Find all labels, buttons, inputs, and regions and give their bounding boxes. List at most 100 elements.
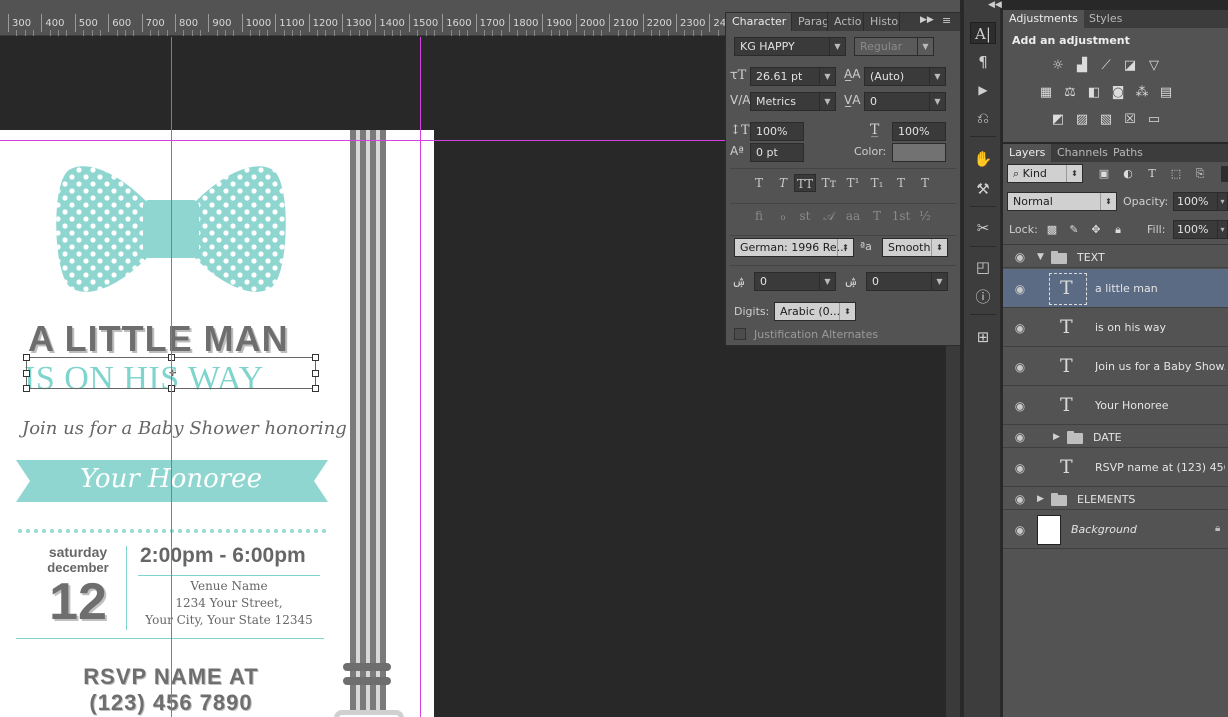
type-style-button-0[interactable]: T	[748, 174, 770, 192]
lock-transparency-icon[interactable]: ▩	[1043, 222, 1061, 238]
layer-row-background[interactable]: ◉ Background 🔒︎	[1003, 511, 1228, 549]
eye-icon[interactable]: ◉	[1011, 461, 1029, 475]
opentype-button-6[interactable]: 1st	[890, 207, 912, 225]
collapse-panels-icon[interactable]: ◀◀	[988, 0, 1002, 10]
opacity-field[interactable]: 100% ▾	[1173, 192, 1228, 211]
tab-paths[interactable]: Paths	[1107, 144, 1149, 162]
layer-row-join-us[interactable]: ◉ T Join us for a Baby Show...	[1003, 348, 1228, 386]
tracking-field[interactable]: 0 ▼	[864, 92, 946, 111]
invitation-date[interactable]: 12	[36, 572, 120, 632]
tab-channels[interactable]: Channels	[1051, 144, 1114, 162]
history-panel-icon[interactable]: ⎌	[970, 107, 996, 129]
brightness-contrast-icon[interactable]: ☼	[1049, 58, 1067, 74]
filter-smart-object-icon[interactable]: ⎘	[1191, 166, 1209, 182]
brush-presets-icon[interactable]: ⚒	[970, 178, 996, 200]
gradient-map-icon[interactable]: ▭	[1145, 112, 1163, 128]
tab-paragraph[interactable]: Parag	[792, 13, 828, 31]
justification-alternates-checkbox[interactable]	[734, 328, 746, 340]
eye-icon[interactable]: ◉	[1011, 360, 1029, 374]
color-swatch[interactable]	[892, 143, 946, 162]
layer-name[interactable]: a little man	[1095, 282, 1223, 295]
font-family-select[interactable]: KG HAPPY ▼	[734, 37, 846, 56]
fill-field[interactable]: 100% ▾	[1173, 220, 1228, 239]
type-style-button-6[interactable]: T	[890, 174, 912, 192]
opentype-button-5[interactable]: T	[866, 207, 888, 225]
eye-icon[interactable]: ◉	[1011, 282, 1029, 296]
vertical-scale-field[interactable]: 100%	[750, 122, 804, 141]
3d-panel-icon[interactable]: ◰	[970, 256, 996, 278]
lock-position-icon[interactable]: ✥	[1087, 222, 1105, 238]
blend-mode-select[interactable]: Normal ⬍	[1007, 192, 1117, 211]
character-panel-icon[interactable]: A|	[970, 22, 996, 44]
exposure-icon[interactable]: ◪	[1121, 58, 1139, 74]
layer-name[interactable]: Background	[1071, 523, 1201, 536]
eye-icon[interactable]: ◉	[1011, 523, 1029, 537]
invitation-time[interactable]: 2:00pm - 6:00pm	[140, 544, 306, 568]
eye-icon[interactable]: ◉	[1011, 250, 1029, 264]
type-style-button-2[interactable]: TT	[794, 174, 816, 192]
guide-vertical-2[interactable]	[420, 37, 421, 717]
layer-row-elements-group[interactable]: ◉ ▶ ELEMENTS	[1003, 488, 1228, 510]
paragraph-panel-icon[interactable]: ¶	[970, 51, 996, 73]
layer-row-your-honoree[interactable]: ◉ T Your Honoree	[1003, 387, 1228, 425]
filter-adjustment-icon[interactable]: ◐	[1119, 166, 1137, 182]
leading-field[interactable]: (Auto) ▼	[864, 67, 946, 86]
layer-name[interactable]: RSVP name at (123) 456...	[1095, 461, 1225, 474]
tab-adjustments[interactable]: Adjustments	[1003, 10, 1084, 28]
actions-panel-icon[interactable]: ▶	[970, 79, 996, 101]
color-balance-icon[interactable]: ⚖	[1061, 85, 1079, 101]
selective-color-icon[interactable]: ☒	[1121, 112, 1139, 128]
layer-row-rsvp[interactable]: ◉ T RSVP name at (123) 456...	[1003, 449, 1228, 487]
photo-filter-icon[interactable]: ◙	[1109, 85, 1127, 101]
filter-pixel-icon[interactable]: ▣	[1095, 166, 1113, 182]
layer-name[interactable]: ELEMENTS	[1077, 493, 1217, 506]
threshold-icon[interactable]: ▧	[1097, 112, 1115, 128]
tab-history[interactable]: Histo	[864, 13, 900, 31]
type-style-button-4[interactable]: T¹	[842, 174, 864, 192]
lock-all-icon[interactable]: 🔒︎	[1109, 222, 1127, 238]
opentype-button-7[interactable]: ½	[914, 207, 936, 225]
panel-expand-icon[interactable]: ▶▶	[920, 15, 934, 25]
eye-icon[interactable]: ◉	[1011, 430, 1029, 444]
brush-panel-icon[interactable]: ✋	[970, 148, 996, 170]
layer-row-date-group[interactable]: ◉ ▶ DATE	[1003, 426, 1228, 448]
tool-presets-icon[interactable]: ✂	[970, 217, 996, 239]
color-lookup-icon[interactable]: ▤	[1157, 85, 1175, 101]
invitation-day[interactable]: saturday	[36, 544, 120, 560]
levels-icon[interactable]: ▟	[1073, 58, 1091, 74]
eye-icon[interactable]: ◉	[1011, 492, 1029, 506]
opentype-button-2[interactable]: st	[794, 207, 816, 225]
eye-icon[interactable]: ◉	[1011, 321, 1029, 335]
opentype-button-0[interactable]: fi	[748, 207, 770, 225]
posterize-icon[interactable]: ▨	[1073, 112, 1091, 128]
vibrance-icon[interactable]: ▽	[1145, 58, 1163, 74]
info-icon[interactable]: ⓘ	[970, 286, 996, 308]
channel-mixer-icon[interactable]: ⁂	[1133, 85, 1151, 101]
type-style-button-1[interactable]: T	[772, 174, 794, 192]
caret-right-icon[interactable]: ▶	[1037, 494, 1044, 504]
layer-name[interactable]: is on his way	[1095, 321, 1223, 334]
hue-saturation-icon[interactable]: ▦	[1037, 85, 1055, 101]
curves-icon[interactable]: ⟋	[1097, 58, 1115, 74]
tab-character[interactable]: Character	[726, 13, 792, 31]
opentype-button-1[interactable]: ℴ	[772, 207, 794, 225]
caret-down-icon[interactable]: ▼	[1037, 252, 1044, 262]
opentype-button-4[interactable]: aa	[842, 207, 864, 225]
type-style-button-5[interactable]: T₁	[866, 174, 888, 192]
layer-name[interactable]: Join us for a Baby Show...	[1095, 360, 1225, 373]
kashida-field-b[interactable]: 0 ▼	[866, 272, 948, 291]
type-style-button-7[interactable]: T	[914, 174, 936, 192]
transform-handle-tr[interactable]	[312, 354, 319, 361]
filter-shape-icon[interactable]: ⬚	[1167, 166, 1185, 182]
transform-handle-ml[interactable]	[23, 370, 30, 377]
invitation-join-text[interactable]: Join us for a Baby Shower honoring	[22, 418, 347, 439]
baseline-shift-field[interactable]: 0 pt	[750, 143, 804, 162]
tab-styles[interactable]: Styles	[1083, 10, 1128, 28]
measurement-icon[interactable]: ⊞	[970, 326, 996, 348]
eye-icon[interactable]: ◉	[1011, 399, 1029, 413]
transform-handle-mr[interactable]	[312, 370, 319, 377]
layer-row-text-group[interactable]: ◉ ▼ TEXT	[1003, 246, 1228, 268]
artboard[interactable]: A LITTLE MAN IS ON HIS WAY Join us for a…	[0, 130, 434, 717]
tab-layers[interactable]: Layers	[1003, 144, 1052, 162]
filter-toggle[interactable]	[1221, 166, 1228, 182]
